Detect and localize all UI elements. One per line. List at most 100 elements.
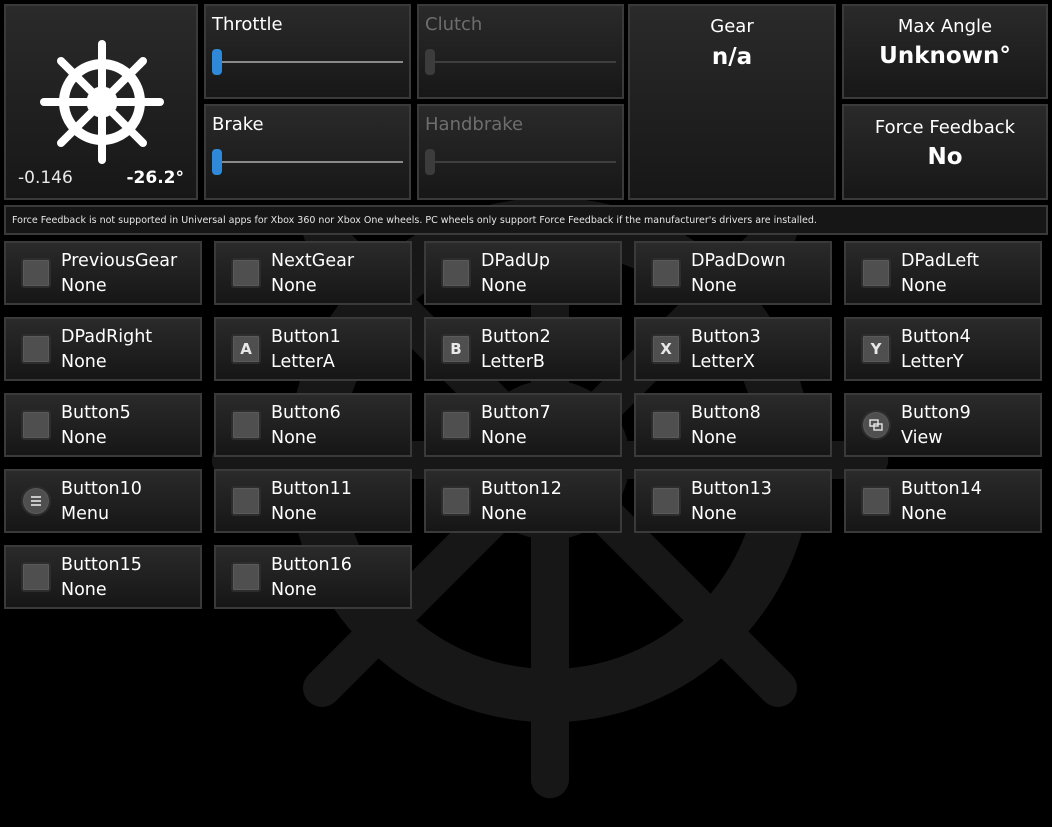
button-name: Button15 [61, 555, 142, 575]
throttle-panel: Throttle [204, 4, 411, 99]
button-mapping: LetterB [481, 352, 545, 372]
blank-square-icon [21, 334, 51, 364]
button-name: Button1 [271, 327, 341, 347]
button-tile-button6: Button6 None [214, 393, 412, 457]
button-mapping: None [691, 504, 737, 524]
gear-label: Gear [710, 16, 754, 37]
brake-slider-thumb[interactable] [212, 149, 222, 175]
button-name: DPadUp [481, 251, 550, 271]
button-name: Button12 [481, 479, 562, 499]
button-name: Button13 [691, 479, 772, 499]
button-name: Button6 [271, 403, 341, 423]
button-glyph: B [450, 340, 462, 358]
button-tile-previousgear: PreviousGear None [4, 241, 202, 305]
button-name: Button7 [481, 403, 551, 423]
blank-square-icon [231, 562, 261, 592]
letter-y-icon: Y [861, 334, 891, 364]
button-name: Button10 [61, 479, 142, 499]
blank-square-icon [231, 258, 261, 288]
handbrake-panel: Handbrake [417, 104, 624, 200]
clutch-track [429, 61, 616, 63]
blank-square-icon [441, 258, 471, 288]
button-tile-dpadup: DPadUp None [424, 241, 622, 305]
button-mapping: None [271, 580, 317, 600]
throttle-track[interactable] [216, 61, 403, 63]
button-tile-button10: Button10 Menu [4, 469, 202, 533]
button-name: Button4 [901, 327, 971, 347]
blank-square-icon [231, 410, 261, 440]
button-mapping: None [61, 352, 107, 372]
blank-square-icon [861, 486, 891, 516]
button-tile-button16: Button16 None [214, 545, 412, 609]
button-mapping: None [901, 276, 947, 296]
clutch-panel: Clutch [417, 4, 624, 99]
handbrake-label: Handbrake [425, 114, 524, 135]
force-feedback-message-bar: Force Feedback is not supported in Unive… [4, 205, 1048, 235]
ship-wheel-icon [40, 40, 164, 164]
gear-panel: Gear n/a [628, 4, 836, 200]
button-tile-button15: Button15 None [4, 545, 202, 609]
button-name: Button2 [481, 327, 551, 347]
button-tile-button9: Button9 View [844, 393, 1042, 457]
blank-square-icon [21, 562, 51, 592]
brake-label: Brake [212, 114, 264, 135]
button-mapping: None [691, 276, 737, 296]
button-tile-button4: Y Button4 LetterY [844, 317, 1042, 381]
button-mapping: LetterA [271, 352, 335, 372]
throttle-slider-thumb[interactable] [212, 49, 222, 75]
button-tile-nextgear: NextGear None [214, 241, 412, 305]
button-mapping: LetterX [691, 352, 755, 372]
button-name: Button8 [691, 403, 761, 423]
max-angle-label: Max Angle [897, 16, 993, 37]
force-feedback-label: Force Feedback [874, 117, 1016, 138]
letter-b-icon: B [441, 334, 471, 364]
button-tile-dpaddown: DPadDown None [634, 241, 832, 305]
blank-square-icon [21, 258, 51, 288]
button-name: PreviousGear [61, 251, 178, 271]
button-name: DPadLeft [901, 251, 979, 271]
button-name: Button16 [271, 555, 352, 575]
button-tile-button2: B Button2 LetterB [424, 317, 622, 381]
blank-square-icon [651, 410, 681, 440]
button-tile-button12: Button12 None [424, 469, 622, 533]
blank-square-icon [651, 258, 681, 288]
throttle-label: Throttle [212, 14, 283, 35]
blank-square-icon [441, 410, 471, 440]
button-tile-button5: Button5 None [4, 393, 202, 457]
button-mapping: None [481, 504, 527, 524]
button-glyph: Y [870, 340, 882, 358]
button-glyph: X [660, 340, 672, 358]
button-name: Button14 [901, 479, 982, 499]
brake-panel: Brake [204, 104, 411, 200]
max-angle-value: Unknown° [879, 43, 1011, 69]
button-tile-button13: Button13 None [634, 469, 832, 533]
view-icon [861, 410, 891, 440]
blank-square-icon [21, 410, 51, 440]
button-tile-button14: Button14 None [844, 469, 1042, 533]
button-name: Button11 [271, 479, 352, 499]
button-mapping: LetterY [901, 352, 964, 372]
wheel-panel: -0.146 -26.2° [4, 4, 198, 200]
button-mapping: None [271, 504, 317, 524]
button-tile-dpadright: DPadRight None [4, 317, 202, 381]
button-mapping: None [901, 504, 947, 524]
button-tile-button3: X Button3 LetterX [634, 317, 832, 381]
button-name: DPadDown [691, 251, 786, 271]
steering-axis-value: -0.146 [18, 168, 73, 188]
button-name: Button3 [691, 327, 761, 347]
menu-icon [21, 486, 51, 516]
button-mapping: None [271, 428, 317, 448]
button-mapping: View [901, 428, 943, 448]
blank-square-icon [651, 486, 681, 516]
button-tile-button7: Button7 None [424, 393, 622, 457]
brake-track[interactable] [216, 161, 403, 163]
letter-x-icon: X [651, 334, 681, 364]
button-name: NextGear [271, 251, 355, 271]
button-mapping: None [481, 428, 527, 448]
button-name: DPadRight [61, 327, 153, 347]
clutch-slider-thumb [425, 49, 435, 75]
blank-square-icon [231, 486, 261, 516]
button-mapping: None [61, 580, 107, 600]
clutch-label: Clutch [425, 14, 483, 35]
gear-value: n/a [711, 44, 753, 70]
